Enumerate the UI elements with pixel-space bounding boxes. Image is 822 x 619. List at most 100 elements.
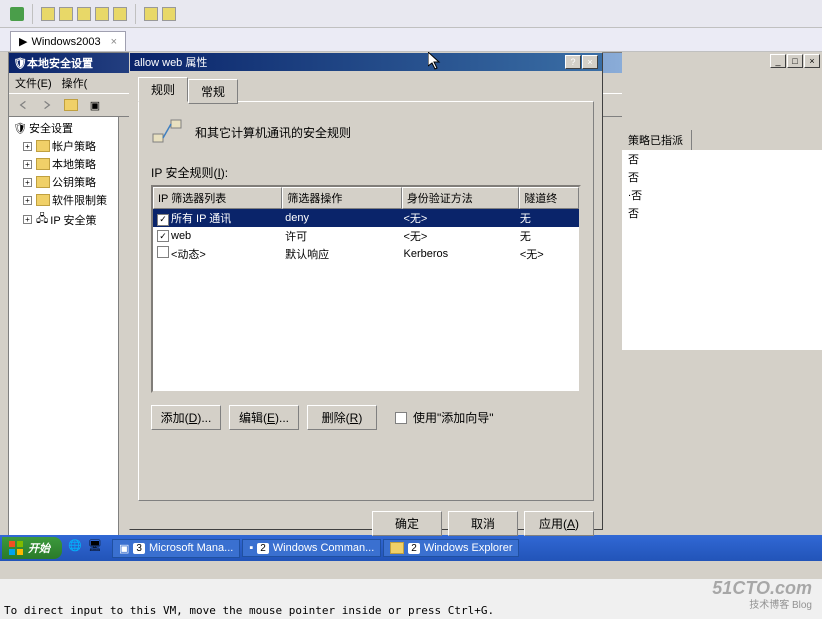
- tree-label: 本地策略: [52, 156, 96, 172]
- table-row[interactable]: ✓所有 IP 通讯 deny <无> 无: [153, 209, 579, 227]
- up-button[interactable]: [61, 95, 81, 115]
- app-toolbar: [0, 0, 822, 28]
- cell: 许可: [283, 228, 401, 244]
- vm-tab[interactable]: ▶ Windows2003 ×: [10, 31, 126, 51]
- expand-icon[interactable]: +: [23, 160, 32, 169]
- cell: <无>: [401, 210, 517, 226]
- column-header-tunnel[interactable]: 隧道终: [519, 187, 579, 209]
- folder-icon: [36, 194, 50, 206]
- checkbox[interactable]: ✓: [157, 230, 169, 242]
- expand-icon[interactable]: +: [23, 142, 32, 151]
- toolbar-icon[interactable]: [41, 7, 55, 21]
- close-button[interactable]: ×: [582, 55, 598, 69]
- view-button[interactable]: ▣: [85, 95, 105, 115]
- toolbar-icon[interactable]: [95, 7, 109, 21]
- shield-icon: 🛡: [13, 57, 27, 70]
- task-count: 2: [408, 543, 420, 554]
- start-label: 开始: [28, 540, 50, 556]
- column-header-auth[interactable]: 身份验证方法: [402, 187, 519, 209]
- list-body[interactable]: 否 否 . 否 否: [622, 150, 822, 350]
- tree-item[interactable]: + 公钥策略: [11, 173, 116, 191]
- tree-root[interactable]: 🛡 安全设置: [11, 119, 116, 137]
- rules-body[interactable]: ✓所有 IP 通讯 deny <无> 无 ✓web 许可 <无> 无 <: [153, 209, 579, 263]
- cancel-button[interactable]: 取消: [448, 511, 518, 536]
- wizard-checkbox-label[interactable]: 使用"添加向导": [395, 409, 494, 426]
- quick-launch: 🌐 🖥: [64, 539, 110, 557]
- toolbar-icon[interactable]: [113, 7, 127, 21]
- tree-view[interactable]: 🛡 安全设置 +帐户策略 + 本地策略 + 公钥策略 + 软件限制策 + 🖧IP 安全策: [9, 117, 119, 551]
- watermark-sub: 技术博客 Blog: [749, 596, 812, 611]
- task-count: 2: [257, 543, 269, 554]
- remove-button[interactable]: 删除(R): [307, 405, 377, 430]
- checkbox[interactable]: [157, 246, 169, 258]
- window-controls: _ □ ×: [770, 54, 820, 68]
- status-message: To direct input to this VM, move the mou…: [4, 604, 494, 617]
- network-icon: [151, 116, 183, 148]
- toolbar-icon[interactable]: [77, 7, 91, 21]
- windows-icon: [8, 540, 24, 556]
- cell: 无: [518, 210, 577, 226]
- folder-icon: [36, 176, 50, 188]
- expand-icon[interactable]: +: [23, 178, 32, 187]
- dialog-title-text: allow web 属性: [134, 54, 207, 70]
- back-button[interactable]: [13, 95, 33, 115]
- column-header[interactable]: 策略已指派: [622, 130, 692, 150]
- vm-tab-label: Windows2003: [31, 36, 100, 48]
- tree-label: 软件限制策: [52, 192, 107, 208]
- maximize-button[interactable]: □: [787, 54, 803, 68]
- close-icon[interactable]: ×: [111, 36, 117, 48]
- menu-action[interactable]: 操作(: [62, 75, 88, 91]
- network-icon: 🖧: [36, 210, 48, 229]
- desktop-icon[interactable]: 🖥: [88, 539, 106, 557]
- rules-table: IP 筛选器列表 筛选器操作 身份验证方法 隧道终 ✓所有 IP 通讯 deny…: [151, 185, 581, 393]
- tree-item[interactable]: +帐户策略: [11, 137, 116, 155]
- apply-button[interactable]: 应用(A): [524, 511, 594, 536]
- tree-item[interactable]: + 软件限制策: [11, 191, 116, 209]
- menu-file[interactable]: 文件(E): [15, 75, 52, 91]
- cell: <无>: [518, 246, 577, 262]
- start-button[interactable]: 开始: [2, 537, 62, 559]
- tree-label: 安全设置: [29, 120, 73, 136]
- add-button[interactable]: 添加(D)...: [151, 405, 221, 430]
- vm-desktop: 🛡 本地安全设置 文件(E) 操作( ▣ 🛡 安全设置 +帐户策略 +本地策略 …: [0, 52, 822, 579]
- expand-icon[interactable]: +: [23, 196, 32, 205]
- forward-button[interactable]: [37, 95, 57, 115]
- minimize-button[interactable]: _: [770, 54, 786, 68]
- play-icon[interactable]: [10, 7, 24, 21]
- expand-icon[interactable]: +: [23, 215, 32, 224]
- folder-icon: [36, 158, 50, 170]
- edit-button[interactable]: 编辑(E)...: [229, 405, 299, 430]
- right-panel: _ □ × 策略已指派 否 否 . 否 否: [622, 52, 822, 552]
- tree-label: IP 安全策: [50, 212, 96, 228]
- tab-strip: 规则 常规: [138, 77, 594, 102]
- table-row[interactable]: <动态> 默认响应 Kerberos <无>: [153, 245, 579, 263]
- cell: 所有 IP 通讯: [171, 213, 231, 225]
- tree-item[interactable]: + 🖧IP 安全策: [11, 209, 116, 230]
- column-header-filter[interactable]: IP 筛选器列表: [153, 187, 282, 209]
- tree-item[interactable]: + 本地策略: [11, 155, 116, 173]
- rule-description: 和其它计算机通讯的安全规则: [195, 124, 351, 141]
- column-header-action[interactable]: 筛选器操作: [282, 187, 401, 209]
- tab-rules[interactable]: 规则: [138, 77, 188, 102]
- toolbar-icon[interactable]: [144, 7, 158, 21]
- tab-general[interactable]: 常规: [188, 79, 238, 104]
- toolbar-icon[interactable]: [162, 7, 176, 21]
- tab-content: 和其它计算机通讯的安全规则 IP 安全规则(I): IP 筛选器列表 筛选器操作…: [138, 101, 594, 501]
- toolbar-icon[interactable]: [59, 7, 73, 21]
- vm-tab-bar: ▶ Windows2003 ×: [0, 28, 822, 52]
- tree-label: 公钥策略: [52, 174, 96, 190]
- checkbox[interactable]: ✓: [157, 214, 169, 226]
- task-count: 3: [133, 543, 145, 554]
- help-button[interactable]: ?: [565, 55, 581, 69]
- table-row[interactable]: ✓web 许可 <无> 无: [153, 227, 579, 245]
- section-label: IP 安全规则(I):: [151, 164, 581, 181]
- cell: deny: [283, 212, 401, 224]
- shield-icon: 🛡: [13, 122, 27, 135]
- dialog-titlebar[interactable]: allow web 属性 ? ×: [130, 53, 602, 71]
- close-button[interactable]: ×: [804, 54, 820, 68]
- ie-icon[interactable]: 🌐: [68, 539, 86, 557]
- checkbox[interactable]: [395, 412, 407, 424]
- ok-button[interactable]: 确定: [372, 511, 442, 536]
- cell: 否: [628, 205, 639, 221]
- cell: 无: [518, 228, 577, 244]
